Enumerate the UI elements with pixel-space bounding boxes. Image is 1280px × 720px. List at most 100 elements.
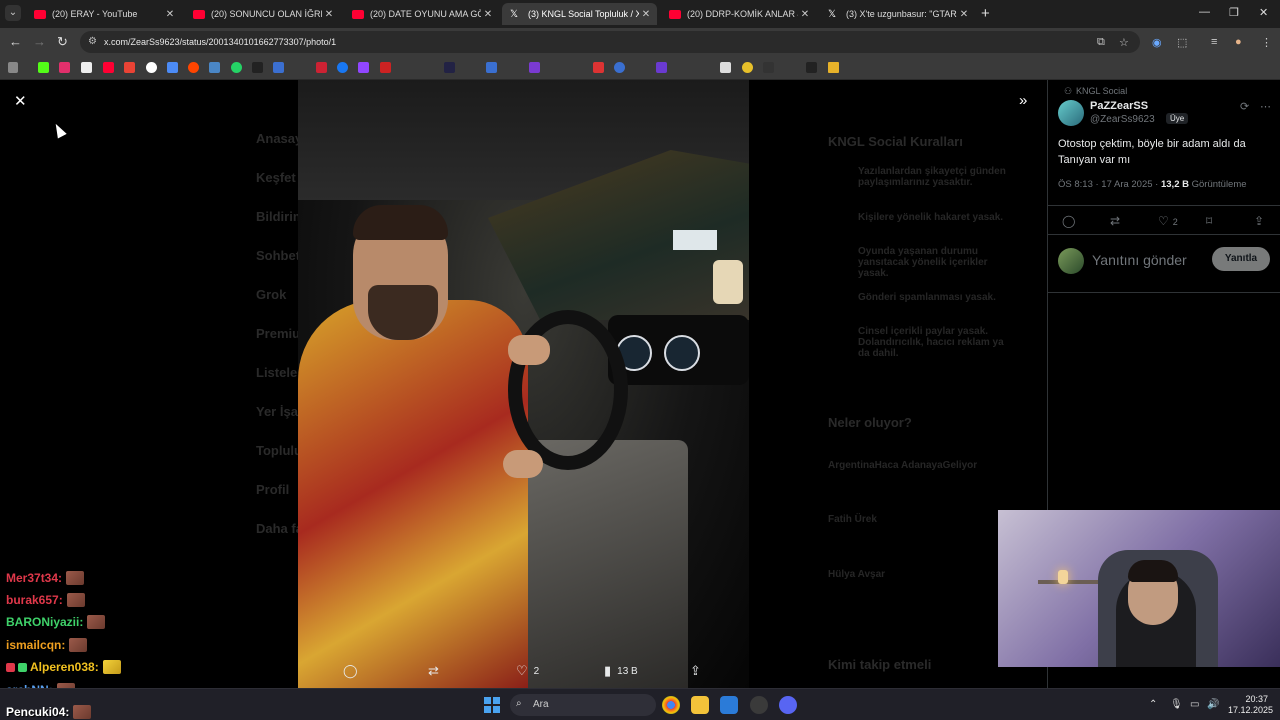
taskbar-search-placeholder[interactable]: Ara [533, 699, 549, 710]
tab-1[interactable]: (20) SONUNCU OLAN İĞRENÇ ✕ [185, 3, 340, 25]
folder-icon[interactable] [828, 62, 839, 73]
post-author-name[interactable]: PaZZearSS [1090, 100, 1148, 112]
x-bookmark-icon[interactable] [81, 62, 92, 73]
extension-icon[interactable]: ◉ [1152, 36, 1162, 49]
bookmark-icon[interactable] [529, 62, 540, 73]
youtube-bookmark-icon[interactable] [103, 62, 114, 73]
views-action[interactable]: ▮ 13 B [604, 663, 638, 679]
close-tab-icon[interactable]: ✕ [957, 9, 971, 20]
bookmark-icon[interactable] [593, 62, 604, 73]
profile-avatar-icon[interactable]: ● [1235, 36, 1242, 48]
collapse-panel-icon[interactable]: » [1019, 92, 1027, 109]
reply-icon[interactable]: ◯ [1062, 214, 1075, 228]
extensions-puzzle-icon[interactable]: ⬚ [1177, 36, 1187, 49]
bookmark-icon[interactable]: ⌑ [1206, 214, 1212, 228]
bookmark-icon[interactable] [763, 62, 774, 73]
close-tab-icon[interactable]: ✕ [322, 9, 336, 20]
community-name[interactable]: KNGL Social [1076, 86, 1127, 96]
bookmark-icon[interactable] [167, 62, 178, 73]
taskbar-search[interactable] [510, 694, 656, 716]
bookmark-icon[interactable] [742, 62, 753, 73]
bookmark-icon[interactable] [656, 62, 667, 73]
avatar[interactable] [1058, 100, 1084, 126]
x-icon: 𝕏 [828, 8, 837, 20]
close-tab-icon[interactable]: ✕ [481, 9, 495, 20]
bookmarks-bar [0, 56, 1280, 80]
bookmark-star-icon[interactable]: ☆ [1119, 36, 1129, 49]
system-clock[interactable]: 20:37 17.12.2025 [1228, 694, 1273, 716]
repost-action[interactable]: ⇄ [428, 663, 445, 679]
reload-icon[interactable]: ↻ [57, 34, 68, 50]
bookmark-icon[interactable] [444, 62, 455, 73]
instagram-icon[interactable] [59, 62, 70, 73]
minimize-icon[interactable]: — [1199, 6, 1210, 18]
tab-4[interactable]: (20) DDRP-KOMİK ANLAR 4 / E ✕ [661, 3, 816, 25]
chat-message: Pencuki04 : [6, 705, 92, 719]
apps-grid-icon[interactable] [8, 62, 18, 73]
tab-2[interactable]: (20) DATE OYUNU AMA GÖZ TA ✕ [344, 3, 499, 25]
bg-nav-item: Profil [256, 482, 290, 497]
close-tab-icon[interactable]: ✕ [639, 9, 653, 20]
bookmark-icon[interactable] [614, 62, 625, 73]
steam-icon[interactable] [252, 62, 263, 73]
media-controls-icon[interactable]: ≡ [1211, 36, 1217, 48]
bookmark-icon[interactable] [486, 62, 497, 73]
menu-dots-icon[interactable]: ⋮ [1261, 36, 1272, 49]
reddit-icon[interactable] [188, 62, 199, 73]
close-tab-icon[interactable]: ✕ [798, 9, 812, 20]
bookmark-icon[interactable] [316, 62, 327, 73]
twitch-icon[interactable] [358, 62, 369, 73]
reply-button[interactable]: Yanıtla [1212, 247, 1270, 271]
restore-icon[interactable]: ❐ [1229, 6, 1239, 19]
share-icon[interactable]: ⇪ [1254, 214, 1264, 228]
tab-5[interactable]: 𝕏 (3) X'te uzgunbasur: "GTARP Be ✕ [820, 3, 975, 25]
forward-icon[interactable]: → [33, 34, 46, 49]
share-action[interactable]: ⇪ [690, 663, 701, 679]
volume-icon[interactable]: 🔊 [1207, 699, 1219, 710]
file-explorer-icon[interactable] [691, 696, 709, 714]
whatsapp-icon[interactable] [231, 62, 242, 73]
facebook-icon[interactable] [337, 62, 348, 73]
like-button[interactable]: ♡ 2 [1158, 214, 1178, 228]
install-app-icon[interactable]: ⧉ [1097, 36, 1105, 49]
webcam-hair [1128, 560, 1178, 582]
microphone-icon[interactable]: 🎙 [1170, 699, 1183, 710]
bookmark-icon[interactable] [380, 62, 391, 73]
bookmark-icon[interactable] [720, 62, 731, 73]
close-window-icon[interactable]: ✕ [1259, 6, 1268, 19]
like-count: 2 [533, 665, 540, 677]
reply-input[interactable]: Yanıtını gönder [1092, 252, 1187, 268]
windows-start-icon[interactable] [484, 697, 500, 713]
google-icon[interactable] [146, 62, 157, 73]
reply-action[interactable]: ◯ [343, 663, 364, 679]
site-info-icon[interactable]: ⚙ [88, 36, 100, 48]
post-author-handle[interactable]: @ZearSs9623 [1090, 114, 1155, 125]
new-tab-icon[interactable]: + [981, 5, 990, 22]
network-icon[interactable]: ▭ [1190, 699, 1199, 710]
tray-expand-icon[interactable]: ⌃ [1149, 699, 1157, 710]
repost-icon[interactable]: ⇄ [1110, 214, 1120, 228]
close-viewer-icon[interactable]: ✕ [14, 92, 27, 110]
translate-icon[interactable] [209, 62, 220, 73]
bookmark-icon[interactable] [273, 62, 284, 73]
kick-icon[interactable] [38, 62, 49, 73]
tab-search-menu-icon[interactable]: ⌄ [5, 5, 21, 21]
tab-0[interactable]: (20) ERAY - YouTube ✕ [26, 3, 181, 25]
close-tab-icon[interactable]: ✕ [163, 9, 177, 20]
gmail-icon[interactable] [124, 62, 135, 73]
back-icon[interactable]: ← [9, 34, 22, 49]
chrome-icon[interactable] [662, 696, 680, 714]
browser-toolbar: ← → ↻ ⚙ x.com/ZearSs9623/status/20013401… [0, 28, 1280, 56]
chat-separator: : [79, 615, 84, 629]
like-action[interactable]: ♡ 2 [516, 663, 539, 679]
discord-icon[interactable] [779, 696, 797, 714]
post-photo[interactable] [298, 80, 749, 688]
store-icon[interactable] [720, 696, 738, 714]
grok-icon[interactable]: ⟳ [1240, 100, 1249, 113]
app-icon[interactable] [750, 696, 768, 714]
tab-3[interactable]: 𝕏 (3) KNGL Social Topluluk / X ✕ [502, 3, 657, 25]
bookmark-icon[interactable] [806, 62, 817, 73]
address-url[interactable]: x.com/ZearSs9623/status/2001340101662773… [104, 37, 336, 47]
post-time[interactable]: ÖS 8:13 · 17 Ara 2025 · [1058, 179, 1161, 190]
more-options-icon[interactable]: ⋯ [1260, 100, 1271, 113]
